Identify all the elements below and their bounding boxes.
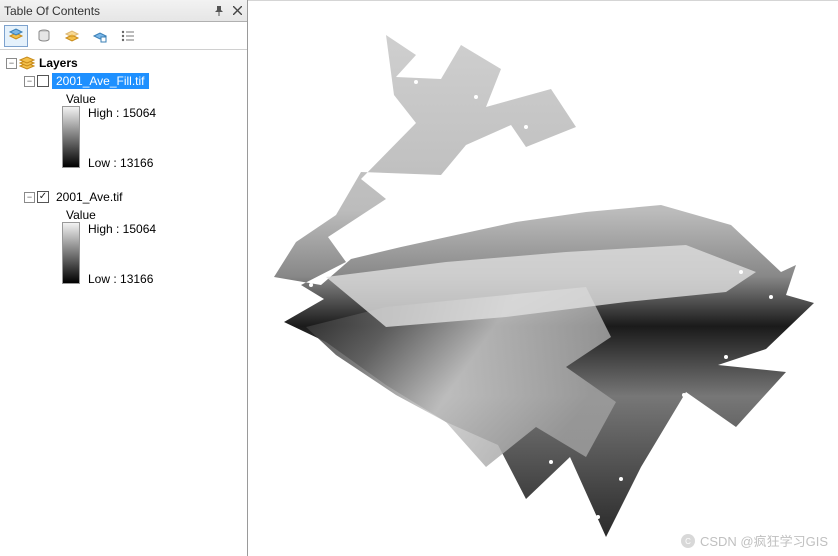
layer-name[interactable]: 2001_Ave.tif: [52, 189, 127, 205]
layer-row[interactable]: − 2001_Ave.tif: [24, 188, 241, 206]
value-label: Value: [66, 90, 241, 106]
list-by-selection-button[interactable]: [88, 25, 112, 47]
layers-group-icon: [19, 56, 35, 70]
close-icon[interactable]: [231, 5, 243, 17]
options-button[interactable]: [116, 25, 140, 47]
watermark-text: CSDN @疯狂学习GIS: [700, 531, 828, 550]
list-by-drawing-order-button[interactable]: [4, 25, 28, 47]
symbology-ramp: High : 15064 Low : 13166: [62, 106, 241, 170]
table-of-contents-panel: Table Of Contents −: [0, 0, 248, 556]
watermark: C CSDN @疯狂学习GIS: [680, 531, 828, 550]
low-value-label: Low : 13166: [88, 272, 156, 286]
layer-visibility-checkbox[interactable]: [37, 191, 49, 203]
list-by-source-button[interactable]: [32, 25, 56, 47]
toc-header: Table Of Contents: [0, 0, 247, 22]
layer-tree: − Layers − 2001_Ave_Fill.tif Value High …: [0, 50, 247, 556]
grayscale-ramp-icon: [62, 106, 80, 168]
expander-icon[interactable]: −: [6, 58, 17, 69]
layer-visibility-checkbox[interactable]: [37, 75, 49, 87]
layers-root-label: Layers: [39, 56, 78, 70]
toc-title: Table Of Contents: [4, 4, 213, 18]
value-label: Value: [66, 206, 241, 222]
low-value-label: Low : 13166: [88, 156, 156, 170]
pin-icon[interactable]: [213, 5, 225, 17]
toc-toolbar: [0, 22, 247, 50]
layers-root-row[interactable]: − Layers: [6, 54, 241, 72]
symbology-ramp: High : 15064 Low : 13166: [62, 222, 241, 286]
svg-text:C: C: [685, 537, 691, 546]
layer-name[interactable]: 2001_Ave_Fill.tif: [52, 73, 149, 89]
high-value-label: High : 15064: [88, 106, 156, 120]
expander-icon[interactable]: −: [24, 192, 35, 203]
map-view[interactable]: [248, 0, 838, 556]
high-value-label: High : 15064: [88, 222, 156, 236]
grayscale-ramp-icon: [62, 222, 80, 284]
layer-row[interactable]: − 2001_Ave_Fill.tif: [24, 72, 241, 90]
list-by-visibility-button[interactable]: [60, 25, 84, 47]
expander-icon[interactable]: −: [24, 76, 35, 87]
raster-layer-display: [266, 27, 826, 547]
csdn-logo-icon: C: [680, 533, 696, 549]
